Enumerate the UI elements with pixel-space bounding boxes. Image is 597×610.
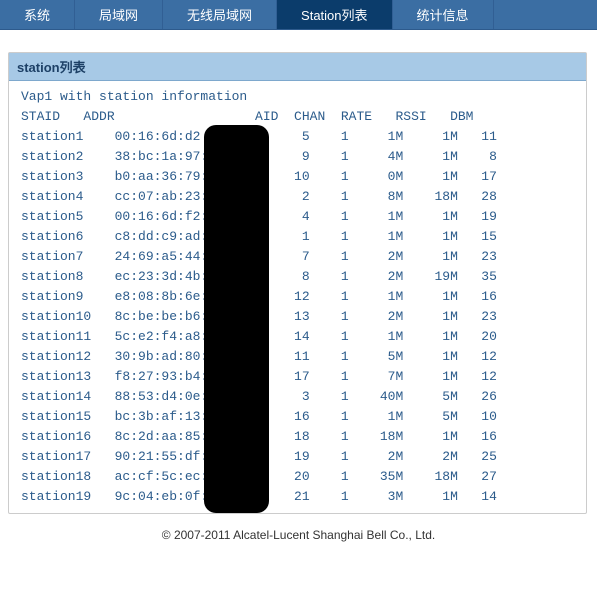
nav-item-3[interactable]: Station列表 [277, 0, 392, 29]
nav-item-0[interactable]: 系统 [0, 0, 75, 29]
footer-copyright: © 2007-2011 Alcatel-Lucent Shanghai Bell… [0, 528, 597, 542]
spacer [0, 30, 597, 52]
panel-body: Vap1 with station information STAID ADDR… [9, 81, 586, 513]
nav-item-2[interactable]: 无线局域网 [163, 0, 277, 29]
panel-title: station列表 [9, 53, 586, 81]
station-panel: station列表 Vap1 with station information … [8, 52, 587, 514]
redaction-block [204, 125, 269, 513]
nav-item-1[interactable]: 局域网 [75, 0, 163, 29]
nav-item-4[interactable]: 统计信息 [393, 0, 494, 29]
top-nav: 系统局域网无线局域网Station列表统计信息 [0, 0, 597, 30]
station-terminal: Vap1 with station information STAID ADDR… [21, 87, 582, 507]
